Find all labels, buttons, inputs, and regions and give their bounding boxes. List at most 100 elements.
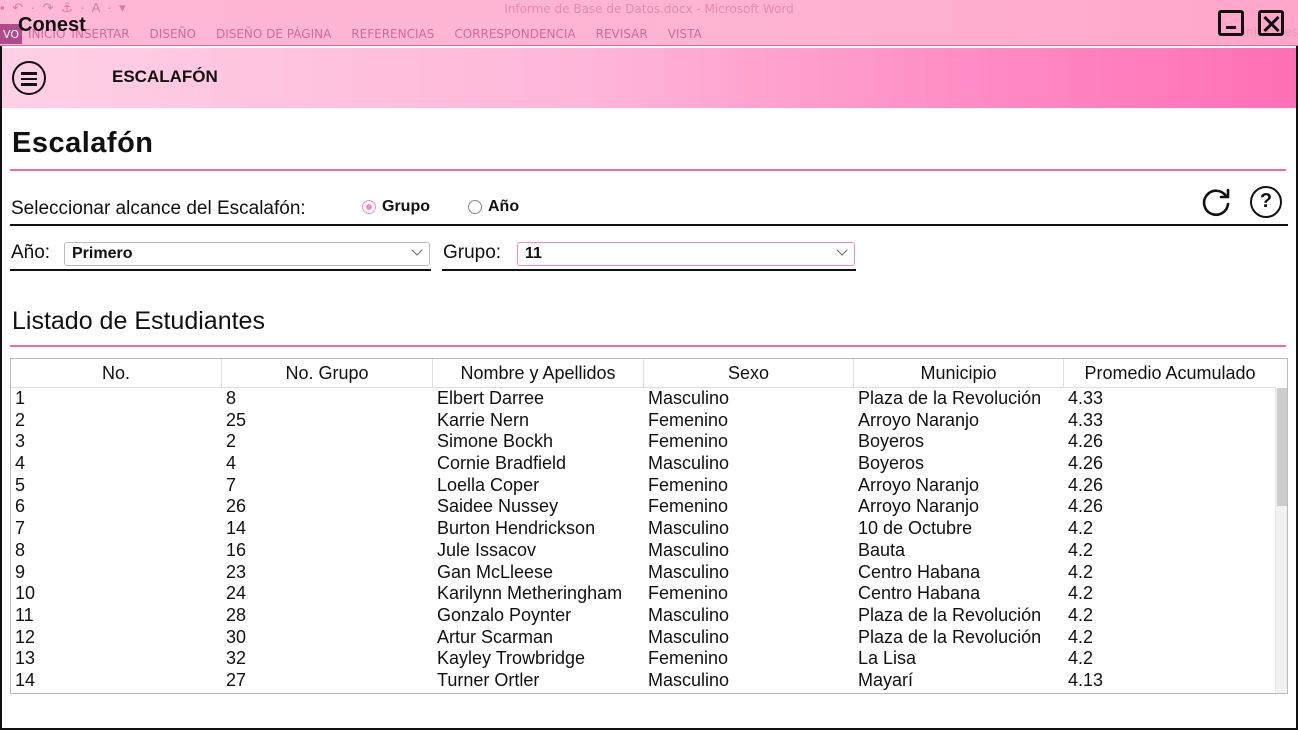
- table-row[interactable]: 13 32 Kayley Trowbridge Femenino La Lisa 4.2: [11, 648, 1276, 670]
- word-tab-diseno-pagina[interactable]: DISEÑO DE PÁGINA: [216, 27, 331, 41]
- column-header-promedio[interactable]: Promedio Acumulado: [1064, 359, 1276, 388]
- cell-promedio: 4.2: [1068, 539, 1094, 560]
- cell-municipio: Bauta: [858, 539, 906, 560]
- cell-sexo: Masculino: [648, 604, 730, 625]
- column-header-no-grupo[interactable]: No. Grupo: [222, 359, 433, 388]
- list-divider: [10, 345, 1286, 347]
- cell-no-grupo: 32: [226, 648, 247, 669]
- cell-no-grupo: 4: [226, 453, 237, 474]
- students-table[interactable]: No. No. Grupo Nombre y Apellidos Sexo Mu…: [10, 358, 1288, 694]
- cell-no: 14: [15, 669, 36, 690]
- group-select[interactable]: 11: [517, 242, 855, 266]
- cell-sexo: Femenino: [648, 431, 729, 452]
- hamburger-menu-icon[interactable]: [12, 61, 46, 95]
- table-row[interactable]: 8 16 Jule Issacov Masculino Bauta 4.2: [11, 540, 1276, 562]
- cell-nombre: Kayley Trowbridge: [437, 648, 586, 669]
- table-row[interactable]: 9 23 Gan McLleese Masculino Centro Habana 4.2: [11, 562, 1276, 584]
- table-row[interactable]: 3 2 Simone Bockh Femenino Boyeros 4.26: [11, 431, 1276, 453]
- word-tab-correspondencia[interactable]: CORRESPONDENCIA: [454, 27, 575, 41]
- cell-nombre: Loella Coper: [437, 474, 540, 495]
- help-icon[interactable]: ?: [1250, 186, 1282, 218]
- cell-sexo: Masculino: [648, 561, 730, 582]
- cell-promedio: 4.13: [1068, 669, 1104, 690]
- cell-municipio: Centro Habana: [858, 561, 981, 582]
- minimize-icon[interactable]: [1218, 10, 1244, 36]
- cell-sexo: Femenino: [648, 474, 729, 495]
- table-row[interactable]: 6 26 Saidee Nussey Femenino Arroyo Naranjo 4.…: [11, 496, 1276, 518]
- word-tab-diseno[interactable]: DISEÑO: [150, 27, 196, 41]
- cell-no: 1: [15, 388, 26, 408]
- cell-municipio: Arroyo Naranjo: [858, 409, 980, 430]
- app-header: ESCALAFÓN: [2, 48, 1296, 108]
- cell-no: 6: [15, 496, 26, 517]
- title-divider: [10, 169, 1286, 171]
- title-bar: ▪ ↶ · ↷ ⚓ · A · ▾ Informe de Base de Dat…: [0, 0, 1298, 46]
- cell-sexo: Femenino: [648, 496, 729, 517]
- table-body: 1 8 Elbert Darree Masculino Plaza de la Revo…: [11, 388, 1276, 692]
- column-header-municipio[interactable]: Municipio: [854, 359, 1064, 388]
- radio-grupo-label: Grupo: [382, 198, 430, 215]
- word-tab-referencias[interactable]: REFERENCIAS: [351, 27, 434, 41]
- table-row[interactable]: 5 7 Loella Coper Femenino Arroyo Naranjo 4.26: [11, 475, 1276, 497]
- table-row[interactable]: 1 8 Elbert Darree Masculino Plaza de la Revo…: [11, 388, 1276, 410]
- table-scrollbar[interactable]: [1275, 388, 1287, 693]
- cell-municipio: Centro Habana: [858, 583, 981, 604]
- list-title: Listado de Estudiantes: [12, 307, 265, 335]
- radio-ano-label: Año: [488, 198, 520, 215]
- cell-promedio: 4.26: [1068, 474, 1104, 495]
- cell-municipio: Plaza de la Revolución: [858, 626, 1042, 647]
- column-header-nombre[interactable]: Nombre y Apellidos: [433, 359, 644, 388]
- cell-nombre: Gan McLleese: [437, 561, 554, 582]
- refresh-icon[interactable]: [1200, 186, 1232, 218]
- cell-nombre: Jule Issacov: [437, 539, 537, 560]
- table-row[interactable]: 7 14 Burton Hendrickson Masculino 10 de Octu…: [11, 518, 1276, 540]
- table-row[interactable]: 12 30 Artur Scarman Masculino Plaza de la Re…: [11, 627, 1276, 649]
- close-icon[interactable]: [1258, 10, 1284, 36]
- cell-nombre: Cornie Bradfield: [437, 453, 567, 474]
- cell-municipio: La Lisa: [858, 648, 917, 669]
- scroll-thumb[interactable]: [1277, 388, 1287, 506]
- cell-promedio: 4.2: [1068, 518, 1094, 539]
- cell-sexo: Masculino: [648, 518, 730, 539]
- cell-sexo: Femenino: [648, 409, 729, 430]
- cell-no-grupo: 14: [226, 518, 247, 539]
- cell-nombre: Artur Scarman: [437, 626, 554, 647]
- radio-ano-dot[interactable]: [468, 200, 482, 214]
- cell-no-grupo: 16: [226, 539, 247, 560]
- cell-no-grupo: 8: [226, 388, 237, 408]
- cell-sexo: Masculino: [648, 539, 730, 560]
- table-row[interactable]: 4 4 Cornie Bradfield Masculino Boyeros 4.26: [11, 453, 1276, 475]
- radio-grupo[interactable]: Grupo: [362, 198, 430, 216]
- radio-grupo-dot[interactable]: [362, 200, 376, 214]
- cell-no: 5: [15, 474, 26, 495]
- table-row[interactable]: 10 24 Karilynn Metheringham Femenino Centro …: [11, 583, 1276, 605]
- column-header-sexo[interactable]: Sexo: [644, 359, 854, 388]
- cell-promedio: 4.2: [1068, 604, 1094, 625]
- cell-no-grupo: 23: [226, 561, 247, 582]
- group-select-value: 11: [525, 245, 542, 262]
- app-name: Conest: [18, 14, 86, 36]
- cell-sexo: Masculino: [648, 669, 730, 690]
- cell-promedio: 4.26: [1068, 431, 1104, 452]
- column-header-no[interactable]: No.: [11, 359, 222, 388]
- radio-ano[interactable]: Año: [468, 198, 519, 216]
- year-select[interactable]: Primero: [64, 242, 430, 266]
- word-tab-revisar[interactable]: REVISAR: [596, 27, 648, 41]
- cell-promedio: 4.26: [1068, 496, 1104, 517]
- table-row[interactable]: 14 27 Turner Ortler Masculino Mayarí 4.13: [11, 670, 1276, 692]
- table-row[interactable]: 11 28 Gonzalo Poynter Masculino Plaza de la …: [11, 605, 1276, 627]
- cell-municipio: 10 de Octubre: [858, 518, 973, 539]
- word-ribbon-tabs: VO INICIO INSERTAR DISEÑO DISEÑO DE PÁGI…: [0, 24, 702, 44]
- cell-municipio: Mayarí: [858, 669, 914, 690]
- cell-promedio: 4.26: [1068, 453, 1104, 474]
- cell-nombre: Karilynn Metheringham: [437, 583, 623, 604]
- cell-municipio: Plaza de la Revolución: [858, 604, 1042, 625]
- cell-municipio: Arroyo Naranjo: [858, 496, 980, 517]
- cell-no: 9: [15, 561, 26, 582]
- table-row[interactable]: 2 25 Karrie Nern Femenino Arroyo Naranjo 4.33: [11, 410, 1276, 432]
- cell-no: 12: [15, 626, 36, 647]
- cell-sexo: Femenino: [648, 583, 729, 604]
- cell-no: 8: [15, 539, 26, 560]
- word-tab-vista[interactable]: VISTA: [668, 27, 702, 41]
- cell-promedio: 4.33: [1068, 409, 1104, 430]
